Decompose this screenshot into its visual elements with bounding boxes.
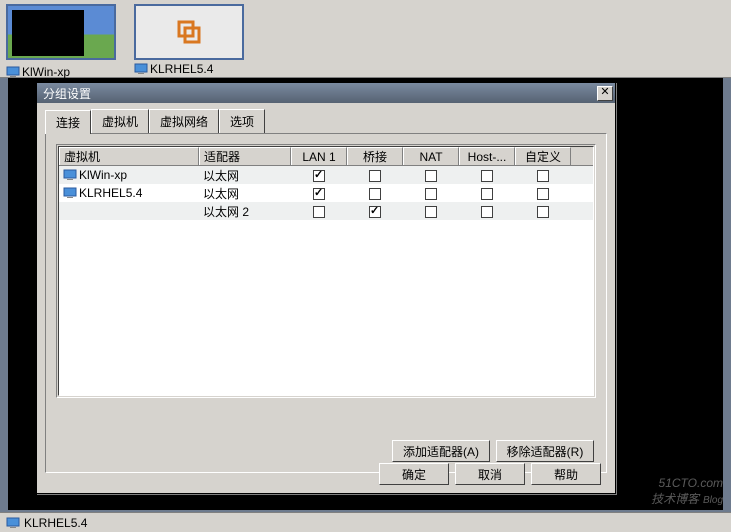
vm-tile-label: KLRHEL5.4 bbox=[150, 62, 213, 76]
vm-icon bbox=[6, 66, 20, 78]
checkbox[interactable] bbox=[537, 188, 549, 200]
row-name: KLRHEL5.4 bbox=[79, 186, 142, 200]
checkbox[interactable] bbox=[481, 206, 493, 218]
remove-adapter-button[interactable]: 移除适配器(R) bbox=[496, 440, 594, 462]
checkbox[interactable] bbox=[425, 188, 437, 200]
add-adapter-button[interactable]: 添加适配器(A) bbox=[392, 440, 490, 462]
dialog-title: 分组设置 bbox=[43, 85, 91, 102]
vm-thumbnail bbox=[6, 4, 116, 60]
tab-vnet[interactable]: 虚拟网络 bbox=[149, 109, 219, 133]
vm-icon bbox=[6, 517, 20, 529]
dialog-titlebar[interactable]: 分组设置 ✕ bbox=[37, 83, 615, 103]
checkbox[interactable] bbox=[481, 170, 493, 182]
checkbox[interactable] bbox=[481, 188, 493, 200]
checkbox[interactable] bbox=[425, 206, 437, 218]
row-adapter: 以太网 bbox=[199, 184, 291, 203]
vm-tile-label: KlWin-xp bbox=[22, 65, 70, 79]
help-button[interactable]: 帮助 bbox=[531, 463, 601, 485]
checkbox[interactable] bbox=[313, 170, 325, 182]
col-vm[interactable]: 虚拟机 bbox=[59, 147, 199, 165]
vm-icon bbox=[134, 63, 148, 75]
vm-thumbnail bbox=[134, 4, 244, 60]
checkbox[interactable] bbox=[313, 206, 325, 218]
checkbox[interactable] bbox=[537, 206, 549, 218]
checkbox[interactable] bbox=[369, 206, 381, 218]
ok-button[interactable]: 确定 bbox=[379, 463, 449, 485]
checkbox[interactable] bbox=[425, 170, 437, 182]
table-header: 虚拟机 适配器 LAN 1 桥接 NAT Host-... 自定义 bbox=[59, 147, 593, 166]
cancel-button[interactable]: 取消 bbox=[455, 463, 525, 485]
tab-panel: 虚拟机 适配器 LAN 1 桥接 NAT Host-... 自定义 KlWin-… bbox=[45, 133, 607, 473]
col-adapter[interactable]: 适配器 bbox=[199, 147, 291, 165]
tab-options[interactable]: 选项 bbox=[219, 109, 265, 133]
status-label: KLRHEL5.4 bbox=[24, 516, 87, 530]
tab-vm[interactable]: 虚拟机 bbox=[91, 109, 149, 133]
col-bridge[interactable]: 桥接 bbox=[347, 147, 403, 165]
checkbox[interactable] bbox=[369, 170, 381, 182]
vm-icon bbox=[63, 169, 77, 181]
group-settings-dialog: 分组设置 ✕ 连接 虚拟机 虚拟网络 选项 虚拟机 适配器 LAN 1 桥接 N… bbox=[36, 82, 616, 494]
checkbox[interactable] bbox=[537, 170, 549, 182]
col-hostonly[interactable]: Host-... bbox=[459, 147, 515, 165]
col-custom[interactable]: 自定义 bbox=[515, 147, 571, 165]
checkbox[interactable] bbox=[313, 188, 325, 200]
vmware-logo-icon bbox=[175, 18, 203, 46]
row-adapter: 以太网 bbox=[199, 166, 291, 185]
vm-icon bbox=[63, 187, 77, 199]
table-row[interactable]: KlWin-xp 以太网 bbox=[59, 166, 593, 184]
adapter-table: 虚拟机 适配器 LAN 1 桥接 NAT Host-... 自定义 KlWin-… bbox=[58, 146, 594, 396]
vm-tile-winxp[interactable]: KlWin-xp bbox=[6, 4, 126, 79]
checkbox[interactable] bbox=[369, 188, 381, 200]
close-button[interactable]: ✕ bbox=[597, 86, 613, 101]
vm-tile-rhel[interactable]: KLRHEL5.4 bbox=[134, 4, 254, 76]
tab-connect[interactable]: 连接 bbox=[45, 110, 91, 134]
row-adapter: 以太网 2 bbox=[199, 202, 291, 221]
table-row[interactable]: KLRHEL5.4 以太网 bbox=[59, 184, 593, 202]
col-lan1[interactable]: LAN 1 bbox=[291, 147, 347, 165]
table-row[interactable]: 以太网 2 bbox=[59, 202, 593, 220]
desktop-tiles: KlWin-xp KLRHEL5.4 bbox=[0, 0, 731, 78]
col-nat[interactable]: NAT bbox=[403, 147, 459, 165]
row-name: KlWin-xp bbox=[79, 168, 127, 182]
statusbar: KLRHEL5.4 bbox=[0, 512, 731, 532]
tab-row: 连接 虚拟机 虚拟网络 选项 bbox=[37, 103, 615, 133]
